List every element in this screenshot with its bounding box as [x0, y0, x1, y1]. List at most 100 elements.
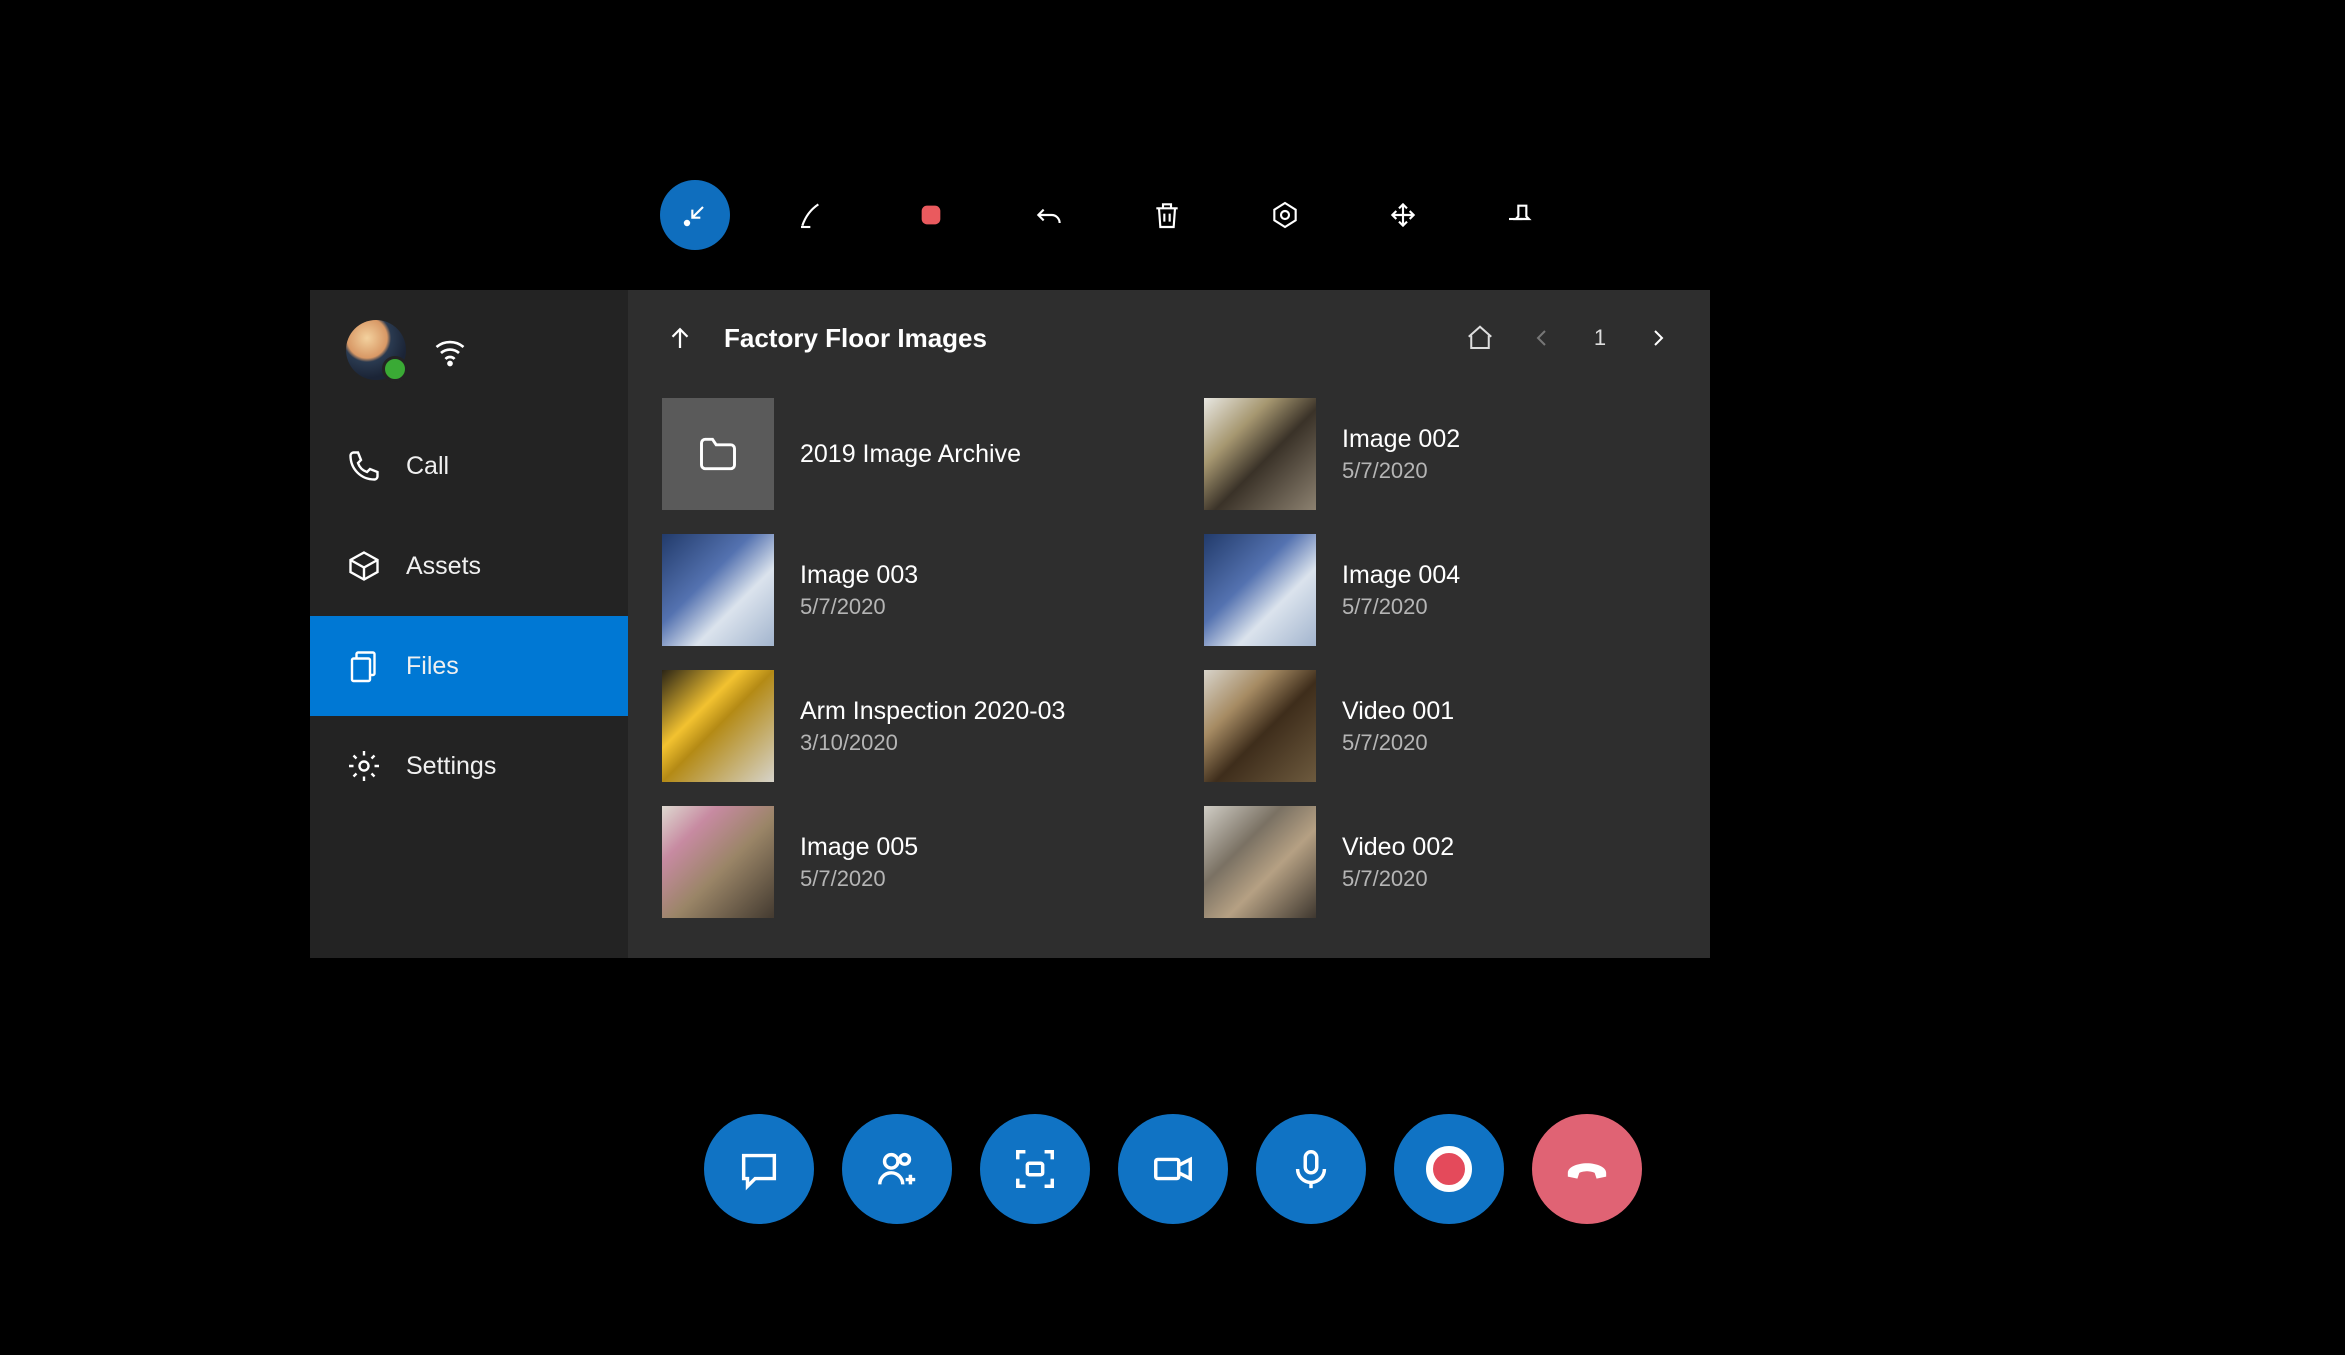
folder-icon: [696, 432, 740, 476]
thumbnail: [662, 806, 774, 918]
thumbnail: [662, 534, 774, 646]
file-item[interactable]: Video 002 5/7/2020: [1204, 806, 1676, 918]
chat-icon: [736, 1146, 782, 1192]
delete-button[interactable]: [1132, 180, 1202, 250]
pin-button[interactable]: [1486, 180, 1556, 250]
add-participant-button[interactable]: [842, 1114, 952, 1224]
arrow-up-icon: [665, 323, 695, 353]
home-icon: [1465, 323, 1495, 353]
hexagon-target-icon: [1269, 199, 1301, 231]
app-container: Call Assets Files Settings: [310, 180, 1710, 958]
video-button[interactable]: [1118, 1114, 1228, 1224]
box-icon: [346, 548, 382, 584]
call-controls: [704, 1114, 1642, 1224]
home-button[interactable]: [1462, 320, 1498, 356]
thumbnail: [662, 670, 774, 782]
folder-thumb: [662, 398, 774, 510]
file-item[interactable]: Image 005 5/7/2020: [662, 806, 1134, 918]
file-name: Video 001: [1342, 697, 1454, 726]
file-date: 3/10/2020: [800, 730, 1065, 756]
file-meta: Image 005 5/7/2020: [800, 833, 918, 892]
top-toolbar: [310, 180, 1710, 290]
thumbnail: [1204, 534, 1316, 646]
file-name: Image 004: [1342, 561, 1460, 590]
file-item[interactable]: Image 003 5/7/2020: [662, 534, 1134, 646]
hangup-button[interactable]: [1532, 1114, 1642, 1224]
file-meta: Image 002 5/7/2020: [1342, 425, 1460, 484]
up-button[interactable]: [662, 320, 698, 356]
color-swatch-icon: [915, 199, 947, 231]
file-date: 5/7/2020: [800, 866, 918, 892]
file-date: 5/7/2020: [1342, 866, 1454, 892]
sidebar-header: [310, 320, 628, 416]
video-icon: [1150, 1146, 1196, 1192]
file-item[interactable]: Arm Inspection 2020-03 3/10/2020: [662, 670, 1134, 782]
camera-frame-icon: [1012, 1146, 1058, 1192]
sidebar-item-label: Call: [406, 452, 449, 481]
record-icon: [1426, 1146, 1472, 1192]
arrow-in-icon: [679, 199, 711, 231]
pen-icon: [797, 199, 829, 231]
chevron-left-icon: [1530, 326, 1554, 350]
file-meta: Image 003 5/7/2020: [800, 561, 918, 620]
file-meta: Image 004 5/7/2020: [1342, 561, 1460, 620]
pin-icon: [1505, 199, 1537, 231]
record-button[interactable]: [1394, 1114, 1504, 1224]
file-meta: 2019 Image Archive: [800, 440, 1021, 469]
sidebar-item-call[interactable]: Call: [310, 416, 628, 516]
sidebar-item-label: Settings: [406, 752, 496, 781]
file-item-folder[interactable]: 2019 Image Archive: [662, 398, 1134, 510]
file-item[interactable]: Video 001 5/7/2020: [1204, 670, 1676, 782]
sidebar-item-files[interactable]: Files: [310, 616, 628, 716]
sidebar-item-settings[interactable]: Settings: [310, 716, 628, 816]
content-header: Factory Floor Images 1: [662, 320, 1676, 356]
file-date: 5/7/2020: [1342, 458, 1460, 484]
file-name: Image 005: [800, 833, 918, 862]
mic-button[interactable]: [1256, 1114, 1366, 1224]
sidebar: Call Assets Files Settings: [310, 290, 628, 958]
file-item[interactable]: Image 004 5/7/2020: [1204, 534, 1676, 646]
wifi-icon: [432, 332, 468, 368]
file-name: Video 002: [1342, 833, 1454, 862]
chat-button[interactable]: [704, 1114, 814, 1224]
thumbnail: [1204, 398, 1316, 510]
color-tool-button[interactable]: [896, 180, 966, 250]
snapshot-button[interactable]: [980, 1114, 1090, 1224]
file-meta: Video 002 5/7/2020: [1342, 833, 1454, 892]
gear-icon: [346, 748, 382, 784]
trash-icon: [1151, 199, 1183, 231]
people-add-icon: [874, 1146, 920, 1192]
file-date: 5/7/2020: [1342, 594, 1460, 620]
sidebar-item-assets[interactable]: Assets: [310, 516, 628, 616]
file-name: Image 002: [1342, 425, 1460, 454]
mic-icon: [1288, 1146, 1334, 1192]
content-area: Factory Floor Images 1: [628, 290, 1710, 958]
undo-icon: [1033, 199, 1065, 231]
move-button[interactable]: [1368, 180, 1438, 250]
file-date: 5/7/2020: [1342, 730, 1454, 756]
phone-icon: [346, 448, 382, 484]
avatar[interactable]: [346, 320, 406, 380]
main-panel: Call Assets Files Settings: [310, 290, 1710, 958]
move-arrows-icon: [1387, 199, 1419, 231]
arrow-tool-button[interactable]: [660, 180, 730, 250]
target-button[interactable]: [1250, 180, 1320, 250]
thumbnail: [1204, 670, 1316, 782]
page-number: 1: [1586, 325, 1614, 351]
undo-button[interactable]: [1014, 180, 1084, 250]
prev-page-button[interactable]: [1524, 320, 1560, 356]
file-meta: Arm Inspection 2020-03 3/10/2020: [800, 697, 1065, 756]
files-icon: [346, 648, 382, 684]
file-grid: 2019 Image Archive Image 002 5/7/2020 Im…: [662, 398, 1676, 918]
sidebar-item-label: Assets: [406, 552, 481, 581]
file-meta: Video 001 5/7/2020: [1342, 697, 1454, 756]
file-item[interactable]: Image 002 5/7/2020: [1204, 398, 1676, 510]
chevron-right-icon: [1646, 326, 1670, 350]
hangup-icon: [1564, 1146, 1610, 1192]
next-page-button[interactable]: [1640, 320, 1676, 356]
folder-title: Factory Floor Images: [724, 323, 1436, 354]
ink-tool-button[interactable]: [778, 180, 848, 250]
thumbnail: [1204, 806, 1316, 918]
file-name: 2019 Image Archive: [800, 440, 1021, 469]
file-name: Arm Inspection 2020-03: [800, 697, 1065, 726]
